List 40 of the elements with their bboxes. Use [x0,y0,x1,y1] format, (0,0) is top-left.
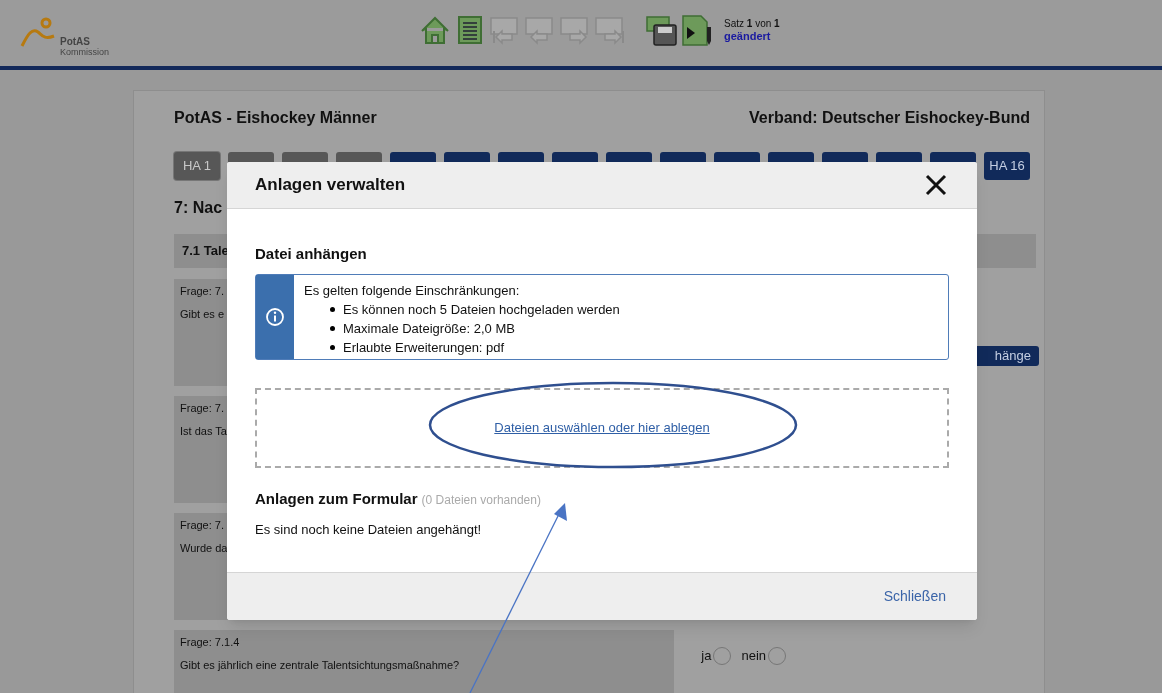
drop-zone[interactable]: Dateien auswählen oder hier ablegen [255,387,949,468]
option-label: ja [701,647,712,665]
question-number: Frage: 7. [180,401,225,416]
select-files-link[interactable]: Dateien auswählen oder hier ablegen [494,417,710,438]
question-text: Ist das Ta [180,423,227,439]
info-item: Erlaubte Erweiterungen: pdf [343,338,505,357]
logo-name: PotAS [60,36,91,47]
dialog-title: Anlagen verwalten [255,174,406,197]
question-text: Gibt es jährlich eine zentrale Talentsichtungsmaßnahme? [180,657,460,673]
question-text: Wurde da [180,540,228,556]
option-label: nein [741,647,766,665]
logo-subtitle: Kommission [60,47,109,58]
chapter-heading: 7: Nac [174,198,224,218]
record-counter: Satz 1 von 1 [724,18,780,30]
bullet-icon [330,306,335,312]
info-icon [265,306,285,327]
info-item: Maximale Dateigröße: 2,0 MB [343,319,515,338]
section-tab[interactable]: HA 16 [984,152,1030,180]
radio-button[interactable] [768,646,786,665]
question-number: Frage: 7. [180,284,225,299]
section-tab[interactable]: HA 1 [174,152,220,180]
info-intro: Es gelten folgende Einschränkungen: [304,281,521,300]
question-number: Frage: 7.1.4 [180,635,240,650]
close-icon[interactable] [925,174,947,196]
federation-label: Verband: Deutscher Eishockey-Bund [749,108,1030,128]
attachments-count: (0 Dateien vorhanden) [421,491,541,509]
close-link[interactable]: Schließen [883,586,946,607]
info-item: Es können noch 5 Dateien hochgeladen werden [343,300,620,319]
changed-status: geändert [724,30,772,42]
export-icon[interactable] [679,12,713,47]
empty-message: Es sind noch keine Dateien angehängt! [255,521,483,539]
attachments-heading: Anlagen zum Formular [255,488,418,509]
question-text: Gibt es e [180,306,225,322]
radio-button[interactable] [713,646,732,665]
bullet-icon [330,344,335,350]
bullet-icon [330,325,335,331]
section-heading: 7.1 Tale [182,242,229,261]
form-title: PotAS - Eishockey Männer [174,108,377,128]
upload-heading: Datei anhängen [255,244,368,264]
question-number: Frage: 7. [180,518,225,533]
